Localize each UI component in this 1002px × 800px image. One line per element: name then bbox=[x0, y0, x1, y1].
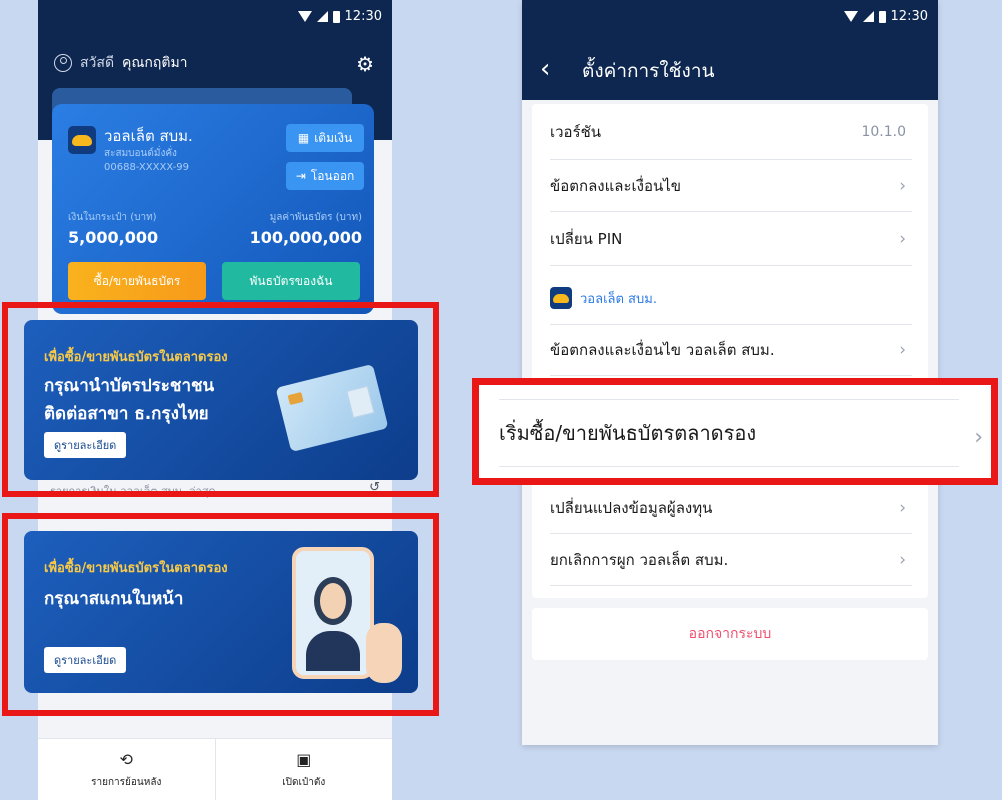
greeting: สวัสดี คุณกฤติมา bbox=[54, 52, 188, 74]
wallet-icon: ▣ bbox=[296, 749, 312, 769]
id-card-icon bbox=[275, 363, 389, 453]
greeting-prefix: สวัสดี bbox=[80, 55, 115, 71]
version-row: เวอร์ชัน 10.1.0 bbox=[550, 104, 912, 160]
bond-value-label: มูลค่าพันธบัตร (บาท) bbox=[269, 212, 362, 223]
history-icon: ⟲ bbox=[119, 749, 133, 769]
change-investor-info-row[interactable]: เปลี่ยนแปลงข้อมูลผู้ลงทุน › bbox=[550, 482, 912, 534]
bond-value: 100,000,000 bbox=[249, 228, 362, 247]
start-trade-row[interactable]: เริ่มซื้อ/ขายพันธบัตรตลาดรอง bbox=[499, 399, 959, 467]
wallet-logo-icon bbox=[68, 126, 96, 154]
buy-sell-button[interactable]: ซื้อ/ขายพันธบัตร bbox=[68, 262, 206, 300]
wallet-terms-label: ข้อตกลงและเงื่อนไข วอลเล็ต สบม. bbox=[550, 341, 775, 359]
wallet-card[interactable]: วอลเล็ต สบม. สะสมบอนด์มั่งคั่ง 00688-XXX… bbox=[52, 104, 374, 314]
logout-button[interactable]: ออกจากระบบ bbox=[532, 608, 928, 660]
page-title: ตั้งค่าการใช้งาน bbox=[582, 60, 715, 82]
promo1-line2: ติดต่อสาขา ธ.กรุงไทย bbox=[44, 404, 209, 424]
chevron-right-icon: › bbox=[899, 340, 906, 360]
battery-icon bbox=[878, 10, 886, 23]
wallet-name: วอลเล็ต สบม. bbox=[104, 127, 193, 145]
change-pin-row[interactable]: เปลี่ยน PIN › bbox=[550, 212, 912, 266]
change-pin-label: เปลี่ยน PIN bbox=[550, 229, 623, 248]
balance-value: 5,000,000 bbox=[68, 228, 159, 247]
chevron-right-icon: › bbox=[899, 497, 906, 518]
qr-icon: ▦ bbox=[297, 131, 310, 145]
chevron-right-icon: › bbox=[899, 549, 906, 570]
unlink-wallet-label: ยกเลิกการผูก วอลเล็ต สบม. bbox=[550, 550, 729, 569]
chevron-right-icon: › bbox=[974, 425, 983, 450]
topup-label: เติมเงิน bbox=[314, 130, 353, 145]
chevron-right-icon: › bbox=[899, 175, 906, 196]
promo2-line1: กรุณาสแกนใบหน้า bbox=[44, 589, 184, 609]
wifi-icon bbox=[297, 11, 312, 22]
nav-open-wallet[interactable]: ▣ เปิดเป๋าตัง bbox=[216, 739, 393, 800]
body-illustration bbox=[306, 631, 360, 671]
promo-banner-id-card[interactable]: เพื่อซื้อ/ขายพันธบัตรในตลาดรอง กรุณานำบั… bbox=[24, 320, 418, 480]
balance-label: เงินในกระเป๋า (บาท) bbox=[68, 212, 157, 223]
terms-row[interactable]: ข้อตกลงและเงื่อนไข › bbox=[550, 160, 912, 212]
hand-illustration bbox=[366, 623, 402, 683]
terms-label: ข้อตกลงและเงื่อนไข bbox=[550, 176, 682, 195]
signal-icon bbox=[316, 11, 328, 22]
promo2-kicker: เพื่อซื้อ/ขายพันธบัตรในตลาดรอง bbox=[44, 561, 228, 576]
wallet-section-label: วอลเล็ต สบม. bbox=[580, 291, 657, 307]
highlighted-start-trade-row: เริ่มซื้อ/ขายพันธบัตรตลาดรอง › bbox=[472, 378, 998, 485]
wallet-account: 00688-XXXXX-99 bbox=[104, 162, 190, 173]
change-investor-info-label: เปลี่ยนแปลงข้อมูลผู้ลงทุน bbox=[550, 498, 713, 517]
signal-icon bbox=[862, 11, 874, 22]
bottom-nav: ⟲ รายการย้อนหลัง ▣ เปิดเป๋าตัง bbox=[38, 738, 392, 800]
wallet-logo-icon bbox=[550, 287, 572, 309]
face-icon bbox=[314, 577, 352, 625]
exit-icon: ⇥ bbox=[295, 169, 306, 183]
version-value: 10.1.0 bbox=[861, 123, 906, 140]
settings-list: เวอร์ชัน 10.1.0 ข้อตกลงและเงื่อนไข › เปล… bbox=[532, 104, 928, 598]
face-scan-illustration bbox=[292, 547, 374, 679]
promo1-line1: กรุณานำบัตรประชาชน bbox=[44, 376, 215, 396]
right-phone-screen: 12:30 ‹ ตั้งค่าการใช้งาน เวอร์ชัน 10.1.0… bbox=[522, 0, 938, 745]
withdraw-label: โอนออก bbox=[310, 168, 355, 183]
promo1-detail-button[interactable]: ดูรายละเอียด bbox=[44, 432, 127, 458]
gear-icon[interactable]: ⚙ bbox=[356, 52, 374, 76]
promo1-kicker: เพื่อซื้อ/ขายพันธบัตรในตลาดรอง bbox=[44, 350, 228, 365]
start-trade-label: เริ่มซื้อ/ขายพันธบัตรตลาดรอง bbox=[499, 421, 757, 445]
status-time: 12:30 bbox=[344, 9, 382, 24]
greeting-name: คุณกฤติมา bbox=[122, 55, 188, 71]
status-time: 12:30 bbox=[890, 9, 928, 24]
withdraw-button[interactable]: ⇥ โอนออก bbox=[286, 162, 364, 190]
wallet-section-header: วอลเล็ต สบม. bbox=[550, 287, 657, 309]
promo-banner-face-scan[interactable]: เพื่อซื้อ/ขายพันธบัตรในตลาดรอง กรุณาสแกน… bbox=[24, 531, 418, 693]
battery-icon bbox=[332, 10, 340, 23]
wallet-terms-row[interactable]: ข้อตกลงและเงื่อนไข วอลเล็ต สบม. › bbox=[550, 324, 912, 376]
back-icon[interactable]: ‹ bbox=[540, 56, 550, 82]
user-icon bbox=[54, 54, 72, 72]
status-bar: 12:30 bbox=[297, 9, 382, 24]
unlink-wallet-row[interactable]: ยกเลิกการผูก วอลเล็ต สบม. › bbox=[550, 534, 912, 586]
wifi-icon bbox=[843, 11, 858, 22]
nav-history[interactable]: ⟲ รายการย้อนหลัง bbox=[38, 739, 216, 800]
my-bonds-button[interactable]: พันธบัตรของฉัน bbox=[222, 262, 360, 300]
nav-history-label: รายการย้อนหลัง bbox=[91, 776, 162, 788]
nav-open-wallet-label: เปิดเป๋าตัง bbox=[282, 776, 326, 788]
topup-button[interactable]: ▦ เติมเงิน bbox=[286, 124, 364, 152]
chevron-right-icon: › bbox=[899, 228, 906, 249]
status-bar-right: 12:30 bbox=[843, 9, 928, 24]
settings-header: 12:30 ‹ ตั้งค่าการใช้งาน bbox=[522, 0, 938, 100]
promo2-detail-button[interactable]: ดูรายละเอียด bbox=[44, 647, 127, 673]
version-label: เวอร์ชัน bbox=[550, 122, 602, 141]
wallet-subtitle: สะสมบอนด์มั่งคั่ง bbox=[104, 148, 177, 159]
